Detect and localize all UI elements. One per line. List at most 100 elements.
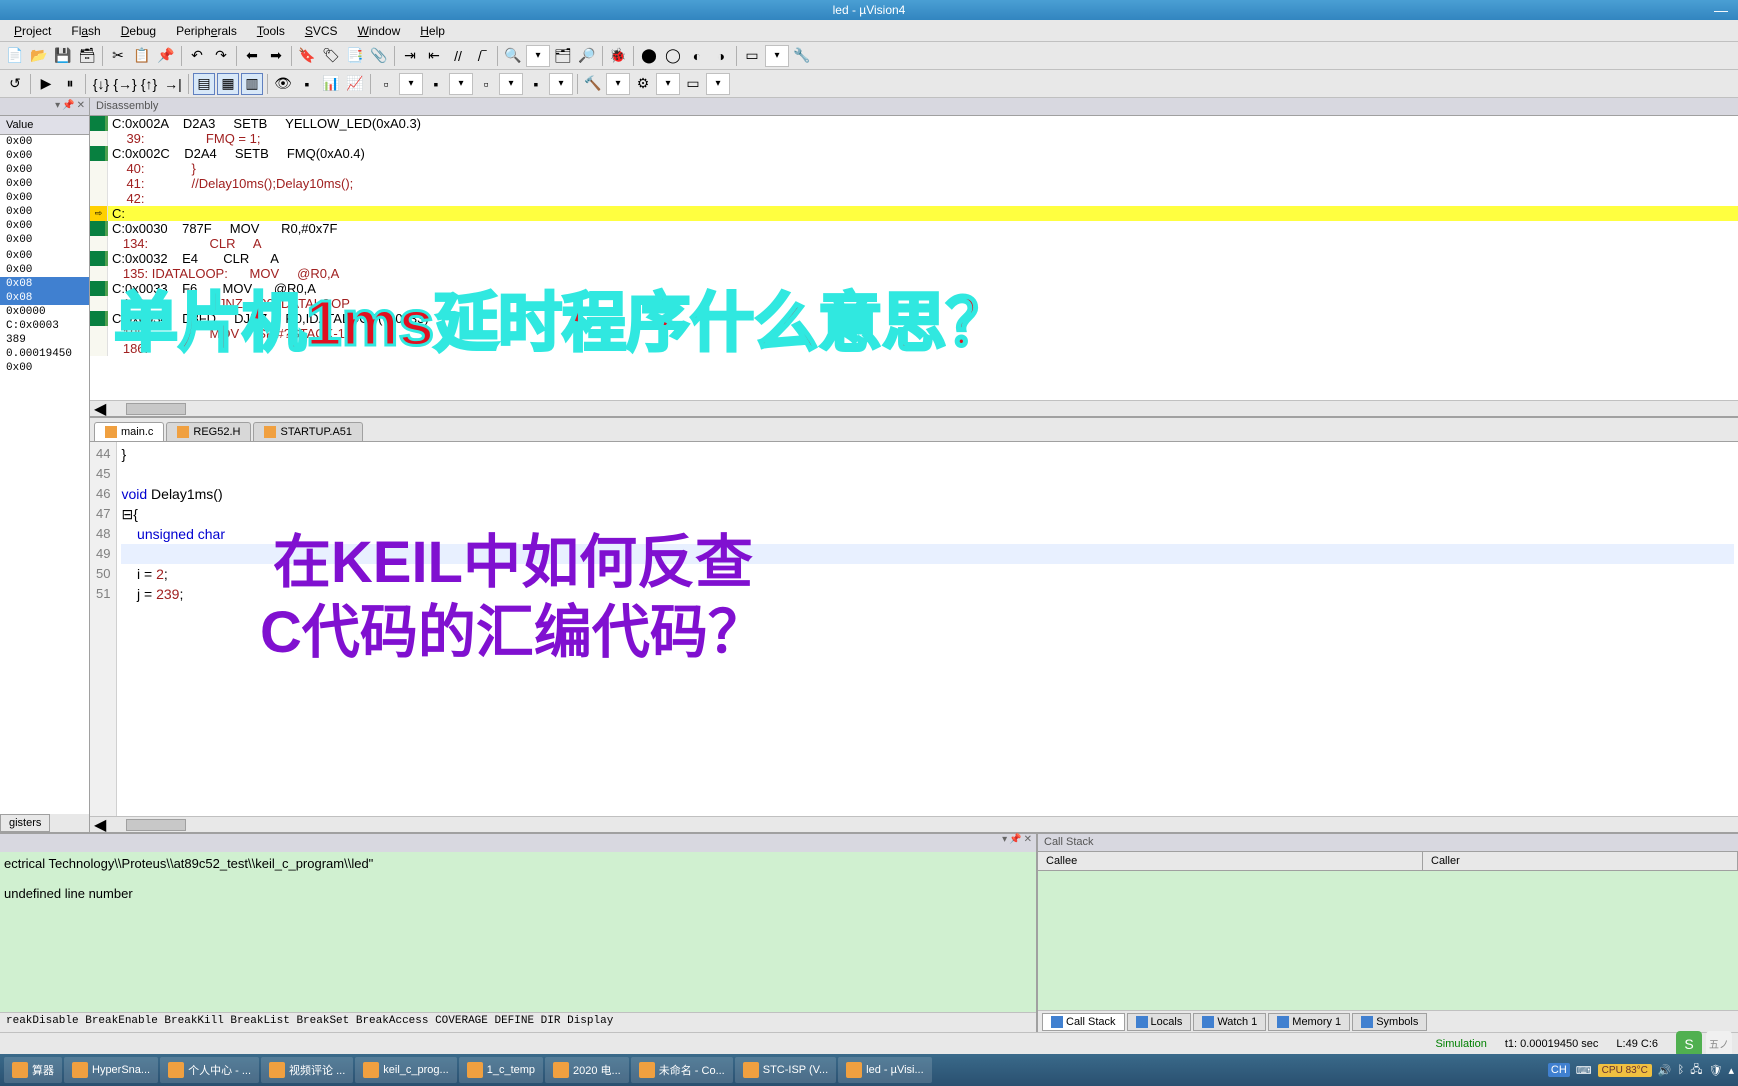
taskbar-item[interactable]: 算器	[4, 1057, 62, 1083]
window-icon[interactable]: ▭	[741, 45, 763, 67]
window-dd[interactable]: ▾	[765, 45, 789, 67]
col-callee[interactable]: Callee	[1038, 852, 1423, 870]
open-icon[interactable]: 📂	[28, 45, 50, 67]
cfg-icon[interactable]: 🔨	[582, 73, 604, 95]
tools-icon[interactable]: 🔧	[791, 45, 813, 67]
menu-flash[interactable]: Flash	[61, 22, 110, 40]
minimize-icon[interactable]: —	[1714, 2, 1728, 18]
fwd-icon[interactable]: ➡	[265, 45, 287, 67]
bookmark2-icon[interactable]: 🏷	[320, 45, 342, 67]
redo-icon[interactable]: ↷	[210, 45, 232, 67]
bottom-tab[interactable]: Call Stack	[1042, 1013, 1125, 1031]
find-dropdown[interactable]: ▾	[526, 45, 550, 67]
menu-svcs[interactable]: SVCS	[295, 22, 348, 40]
disasm-line[interactable]: 39: FMQ = 1;	[90, 131, 1738, 146]
editor-tab[interactable]: REG52.H	[166, 422, 251, 441]
pushpin-icon[interactable]: 📌	[62, 100, 74, 113]
taskbar-item[interactable]: 1_c_temp	[459, 1057, 543, 1083]
reset-icon[interactable]: ↺	[4, 73, 26, 95]
callstack-body[interactable]	[1038, 871, 1738, 1010]
regs-icon[interactable]: ▦	[217, 73, 239, 95]
bottom-tab[interactable]: Symbols	[1352, 1013, 1427, 1031]
ime-badge[interactable]: S	[1676, 1031, 1702, 1057]
saveall-icon[interactable]: 🗃	[76, 45, 98, 67]
code-line[interactable]	[121, 464, 1734, 484]
register-value[interactable]: 0x0000	[0, 305, 89, 319]
findfiles-icon[interactable]: 🗂	[552, 45, 574, 67]
menu-tools[interactable]: Tools	[247, 22, 295, 40]
outdent-icon[interactable]: ⇤	[423, 45, 445, 67]
pin-icon[interactable]: ▾	[1002, 834, 1007, 852]
output-content[interactable]: ectrical Technology\\Proteus\\at89c52_te…	[0, 852, 1036, 1012]
disasm-line[interactable]: C:0x0032 E4 CLR A	[90, 251, 1738, 266]
taskbar-item[interactable]: 个人中心 - ...	[160, 1057, 259, 1083]
mem-icon[interactable]: ▥	[241, 73, 263, 95]
indent-icon[interactable]: ⇥	[399, 45, 421, 67]
ime-mode[interactable]: 五ノ	[1706, 1031, 1732, 1057]
opt-icon[interactable]: ⚙	[632, 73, 654, 95]
register-value[interactable]: 389	[0, 333, 89, 347]
trace-icon[interactable]: 📈	[344, 73, 366, 95]
taskbar-item[interactable]: 未命名 - Co...	[631, 1057, 733, 1083]
registers-tab[interactable]: gisters	[0, 814, 50, 832]
paste-icon[interactable]: 📌	[155, 45, 177, 67]
bottom-tab[interactable]: Memory 1	[1268, 1013, 1350, 1031]
menu-peripherals[interactable]: Peripherals	[166, 22, 247, 40]
stepin-icon[interactable]: {↓}	[90, 73, 112, 95]
tray-kb-icon[interactable]: ⌨	[1576, 1064, 1592, 1077]
find-icon[interactable]: 🔍	[502, 45, 524, 67]
disasm-line[interactable]: 134: CLR A	[90, 236, 1738, 251]
bp2-icon[interactable]: ◯	[662, 45, 684, 67]
register-value[interactable]: 0x00	[0, 205, 89, 219]
incsearch-icon[interactable]: 🔎	[576, 45, 598, 67]
editor-scrollbar[interactable]: ◀	[90, 816, 1738, 832]
register-value[interactable]: 0x00	[0, 263, 89, 277]
save-icon[interactable]: 💾	[52, 45, 74, 67]
register-value[interactable]: 0x00	[0, 249, 89, 263]
close-icon[interactable]: ✕	[1024, 834, 1032, 852]
register-value[interactable]: 0x00	[0, 361, 89, 375]
taskbar-item[interactable]: HyperSna...	[64, 1057, 158, 1083]
disasm-line[interactable]: 42:	[90, 191, 1738, 206]
tray-chevron-icon[interactable]: ▴	[1728, 1064, 1734, 1077]
col-caller[interactable]: Caller	[1423, 852, 1738, 870]
disasm-line[interactable]: ⇨C:	[90, 206, 1738, 221]
code-line[interactable]: void Delay1ms()	[121, 484, 1734, 504]
perf-dd[interactable]: ▾	[499, 73, 523, 95]
watch-icon[interactable]: 👁	[272, 73, 294, 95]
tray-shield-icon[interactable]: 🛡	[1709, 1064, 1723, 1077]
la-icon[interactable]: ▫	[375, 73, 397, 95]
taskbar-item[interactable]: STC-ISP (V...	[735, 1057, 836, 1083]
cov-icon[interactable]: ▪	[425, 73, 447, 95]
taskbar-item[interactable]: keil_c_prog...	[355, 1057, 456, 1083]
tray-net-icon[interactable]: 🖧	[1690, 1061, 1702, 1080]
bottom-tab[interactable]: Watch 1	[1193, 1013, 1266, 1031]
pushpin-icon[interactable]: 📌	[1009, 834, 1021, 852]
disasm-line[interactable]: C:0x002C D2A4 SETB FMQ(0xA0.4)	[90, 146, 1738, 161]
analysis-icon[interactable]: 📊	[320, 73, 342, 95]
code-line[interactable]: }	[121, 444, 1734, 464]
pin-icon[interactable]: ▾	[55, 100, 60, 113]
bottom-tab[interactable]: Locals	[1127, 1013, 1192, 1031]
taskbar-item[interactable]: 视频评论 ...	[261, 1057, 353, 1083]
bookmark-icon[interactable]: 🔖	[296, 45, 318, 67]
bp3-icon[interactable]: ◐	[686, 45, 708, 67]
register-value[interactable]: 0x00	[0, 191, 89, 205]
editor-tab[interactable]: main.c	[94, 422, 164, 441]
opt-dd[interactable]: ▾	[656, 73, 680, 95]
bookmark3-icon[interactable]: 📑	[344, 45, 366, 67]
taskbar-item[interactable]: 2020 电...	[545, 1057, 629, 1083]
register-value[interactable]: 0x00	[0, 149, 89, 163]
disasm-line[interactable]: 41: //Delay10ms();Delay10ms();	[90, 176, 1738, 191]
register-value[interactable]: 0x00	[0, 233, 89, 247]
stepover-icon[interactable]: {→}	[114, 73, 136, 95]
register-value[interactable]: 0x00	[0, 177, 89, 191]
la-dd[interactable]: ▾	[399, 73, 423, 95]
taskbar-item[interactable]: led - µVisi...	[838, 1057, 932, 1083]
debug-icon[interactable]: 🐞	[607, 45, 629, 67]
register-value[interactable]: 0x00	[0, 219, 89, 233]
copy-icon[interactable]: 📋	[131, 45, 153, 67]
bookmark4-icon[interactable]: 📎	[368, 45, 390, 67]
tray-bt-icon[interactable]: ᛒ	[1678, 1064, 1685, 1076]
disasm-icon[interactable]: ▤	[193, 73, 215, 95]
